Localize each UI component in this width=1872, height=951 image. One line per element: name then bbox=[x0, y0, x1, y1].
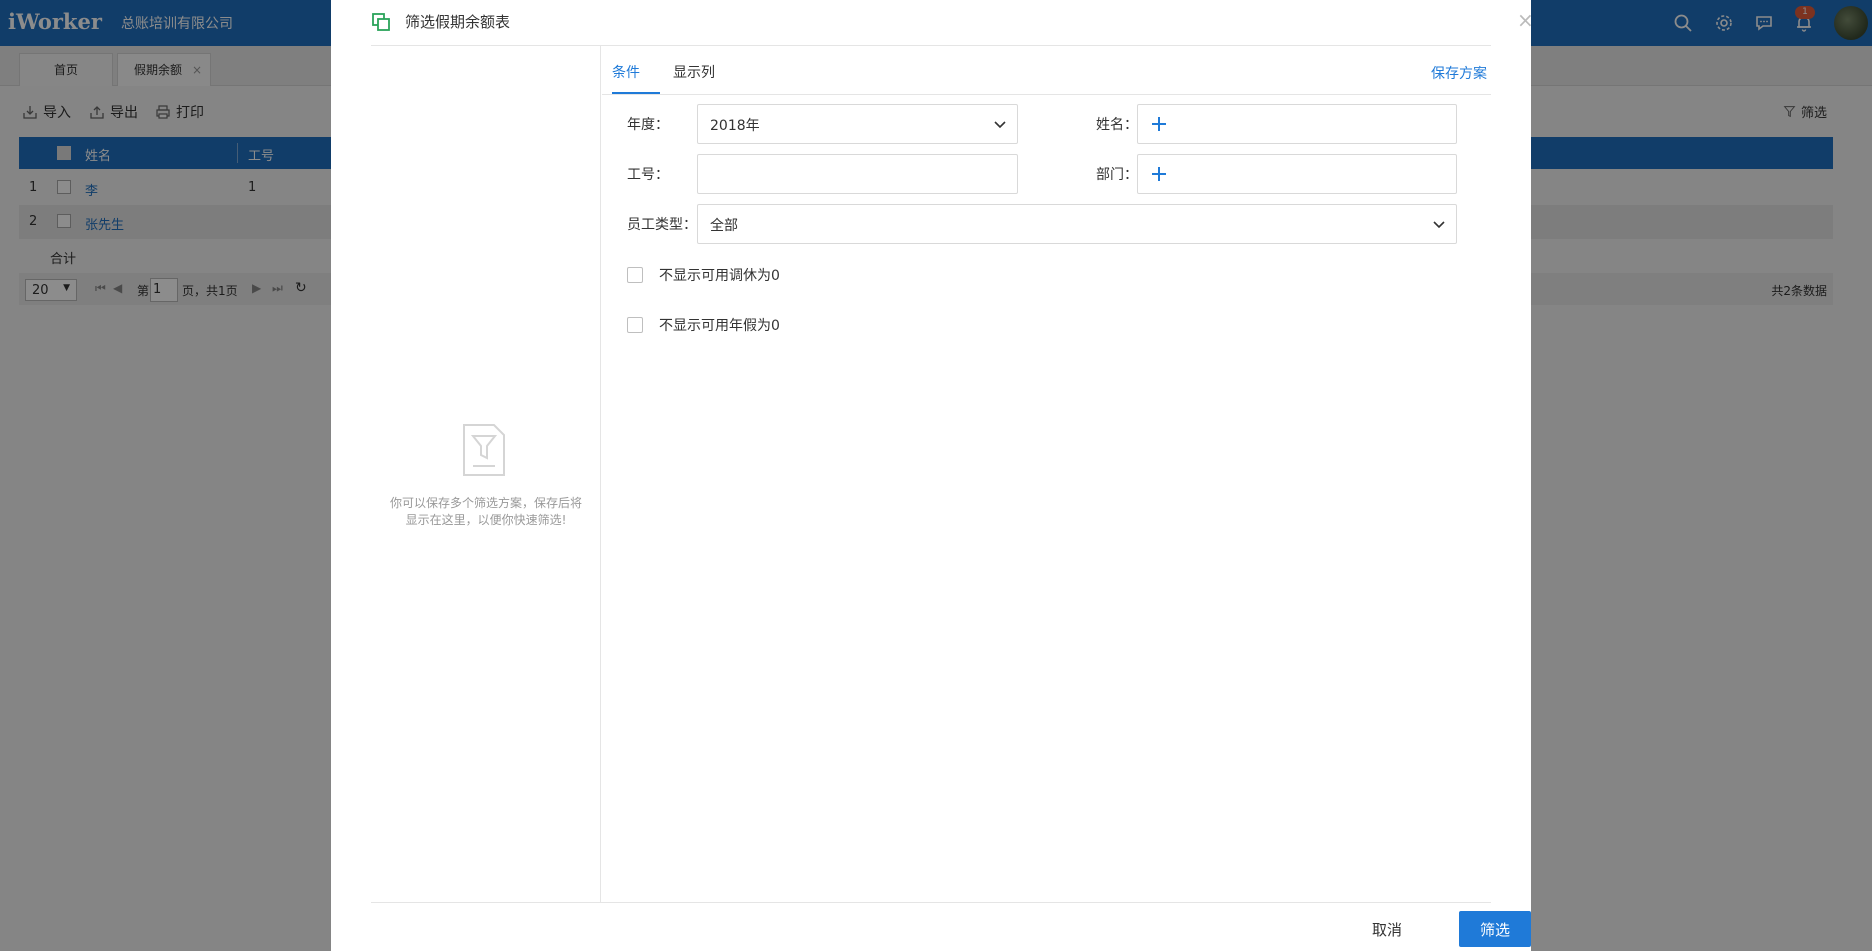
modal-tabs: 条件 显示列 保存方案 bbox=[602, 46, 1491, 95]
department-label: 部门： bbox=[1096, 164, 1138, 184]
plus-icon[interactable] bbox=[1150, 165, 1168, 183]
hide-zero-annual-leave-checkbox[interactable] bbox=[627, 317, 643, 333]
empty-plans-hint: 你可以保存多个筛选方案，保存后将显示在这里，以便你快速筛选! bbox=[389, 495, 583, 529]
employee-id-input[interactable] bbox=[697, 154, 1018, 194]
year-select[interactable]: 2018年 bbox=[697, 104, 1018, 144]
cancel-button[interactable]: 取消 bbox=[1372, 919, 1402, 940]
chevron-down-icon bbox=[993, 118, 1007, 132]
name-picker[interactable] bbox=[1137, 104, 1457, 144]
tab-conditions[interactable]: 条件 bbox=[612, 62, 640, 82]
hide-zero-annual-leave-option[interactable]: 不显示可用年假为0 bbox=[627, 315, 780, 335]
hide-zero-comp-leave-option[interactable]: 不显示可用调休为0 bbox=[627, 265, 780, 285]
empty-filter-document-icon bbox=[461, 422, 507, 478]
department-picker[interactable] bbox=[1137, 154, 1457, 194]
hide-zero-comp-leave-label: 不显示可用调休为0 bbox=[659, 265, 780, 285]
close-icon[interactable]: × bbox=[1517, 10, 1534, 30]
saved-plans-panel: 你可以保存多个筛选方案，保存后将显示在这里，以便你快速筛选! bbox=[371, 46, 601, 902]
hide-zero-comp-leave-checkbox[interactable] bbox=[627, 267, 643, 283]
modal-header: 筛选假期余额表 × bbox=[371, 0, 1491, 46]
active-tab-indicator bbox=[612, 92, 660, 94]
employee-type-label: 员工类型： bbox=[627, 214, 697, 234]
plus-icon[interactable] bbox=[1150, 115, 1168, 133]
employee-type-select[interactable]: 全部 bbox=[697, 204, 1457, 244]
year-value: 2018年 bbox=[710, 115, 760, 135]
tab-display-columns[interactable]: 显示列 bbox=[673, 62, 715, 82]
hide-zero-annual-leave-label: 不显示可用年假为0 bbox=[659, 315, 780, 335]
year-label: 年度： bbox=[627, 114, 669, 134]
save-plan-link[interactable]: 保存方案 bbox=[1431, 63, 1487, 83]
chevron-down-icon bbox=[1432, 218, 1446, 232]
employee-id-label: 工号： bbox=[627, 164, 669, 184]
filter-modal: 筛选假期余额表 × 你可以保存多个筛选方案，保存后将显示在这里，以便你快速筛选!… bbox=[331, 0, 1531, 951]
employee-type-value: 全部 bbox=[710, 215, 738, 235]
submit-filter-button[interactable]: 筛选 bbox=[1459, 911, 1531, 947]
filter-copy-icon bbox=[371, 12, 391, 32]
name-label: 姓名： bbox=[1096, 114, 1138, 134]
modal-footer: 取消 筛选 bbox=[371, 902, 1491, 951]
modal-title: 筛选假期余额表 bbox=[405, 11, 510, 32]
filter-form-panel: 条件 显示列 保存方案 年度： 2018年 姓名： 工号： 部门： 员工类型： … bbox=[602, 46, 1491, 902]
